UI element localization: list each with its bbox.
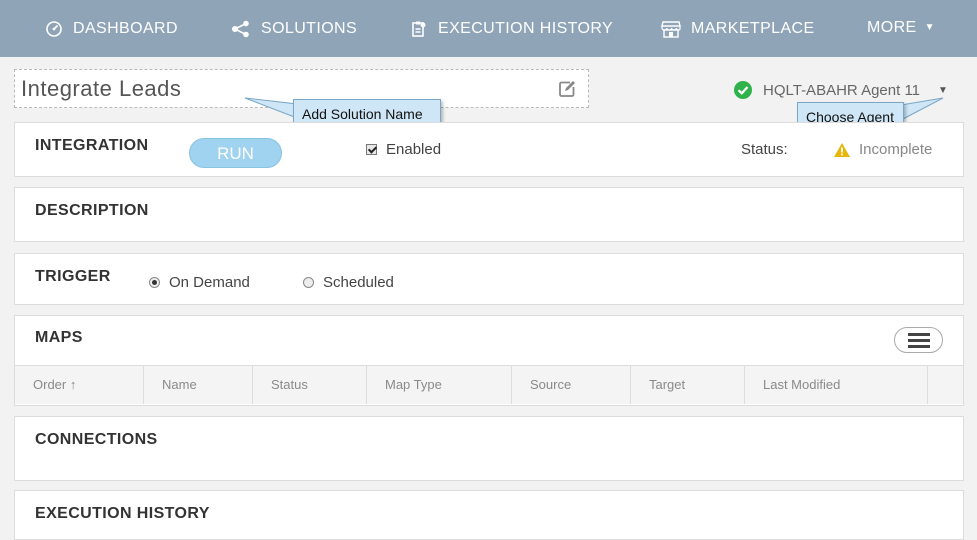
edit-icon[interactable] (558, 80, 576, 103)
column-header-status[interactable]: Status (253, 366, 367, 404)
radio-on-demand-label: On Demand (169, 274, 250, 291)
execution-history-title: EXECUTION HISTORY (35, 505, 210, 522)
share-icon (231, 20, 251, 38)
nav-dashboard-label: DASHBOARD (73, 19, 178, 37)
store-icon (661, 20, 681, 38)
radio-unselected-icon (303, 277, 314, 288)
maps-grid-header: Order ↑ Name Status Map Type Source Targ… (15, 365, 963, 404)
integration-panel: INTEGRATION RUN Enabled Status: Incomple… (14, 122, 964, 177)
radio-scheduled-label: Scheduled (323, 274, 394, 291)
integration-title: INTEGRATION (35, 137, 149, 154)
nav-more-label: MORE (867, 18, 917, 36)
run-button[interactable]: RUN (189, 138, 282, 168)
connections-panel: CONNECTIONS (14, 416, 964, 481)
clipboard-icon (410, 20, 428, 38)
enabled-checkbox[interactable]: Enabled (366, 141, 441, 158)
column-header-last-modified[interactable]: Last Modified (745, 366, 928, 404)
nav-execution-history[interactable]: EXECUTION HISTORY (410, 0, 613, 57)
nav-execution-history-label: EXECUTION HISTORY (438, 19, 614, 37)
execution-history-panel: EXECUTION HISTORY (14, 490, 964, 540)
nav-marketplace[interactable]: MARKETPLACE (661, 0, 815, 57)
radio-selected-icon (149, 277, 160, 288)
maps-panel: MAPS Order ↑ Name Status Map Type Source… (14, 315, 964, 406)
caret-down-icon: ▼ (924, 22, 935, 33)
column-header-order[interactable]: Order ↑ (15, 366, 144, 404)
gauge-icon (45, 20, 63, 38)
nav-dashboard[interactable]: DASHBOARD (45, 0, 178, 57)
description-panel[interactable]: DESCRIPTION (14, 187, 964, 242)
nav-more[interactable]: MORE ▼ (867, 0, 935, 55)
status-label: Status: (741, 141, 788, 158)
column-header-target[interactable]: Target (631, 366, 745, 404)
checkbox-checked-icon (366, 144, 377, 155)
trigger-title: TRIGGER (35, 268, 111, 285)
radio-scheduled[interactable]: Scheduled (303, 274, 394, 291)
status-value-text: Incomplete (859, 141, 933, 158)
description-title: DESCRIPTION (35, 202, 149, 219)
maps-title: MAPS (35, 329, 83, 346)
solution-name-text: Integrate Leads (21, 76, 182, 101)
radio-on-demand[interactable]: On Demand (149, 274, 250, 291)
connections-title: CONNECTIONS (35, 431, 158, 448)
nav-solutions-label: SOLUTIONS (261, 19, 358, 37)
check-circle-icon (734, 81, 752, 99)
enabled-label: Enabled (386, 141, 442, 158)
trigger-panel: TRIGGER On Demand Scheduled (14, 253, 964, 305)
nav-solutions[interactable]: SOLUTIONS (231, 0, 357, 57)
menu-icon[interactable] (894, 327, 943, 353)
callout-tail (244, 97, 298, 119)
column-header-name[interactable]: Name (144, 366, 253, 404)
top-navigation-bar: DASHBOARD SOLUTIONS EXECUTION HISTORY MA… (0, 0, 977, 57)
column-header-source[interactable]: Source (512, 366, 631, 404)
status-value: Incomplete (833, 141, 932, 158)
sort-ascending-icon: ↑ (69, 377, 77, 392)
caret-down-icon: ▼ (938, 84, 948, 96)
warning-icon (833, 142, 851, 158)
nav-marketplace-label: MARKETPLACE (691, 19, 815, 37)
column-header-map-type[interactable]: Map Type (367, 366, 512, 404)
